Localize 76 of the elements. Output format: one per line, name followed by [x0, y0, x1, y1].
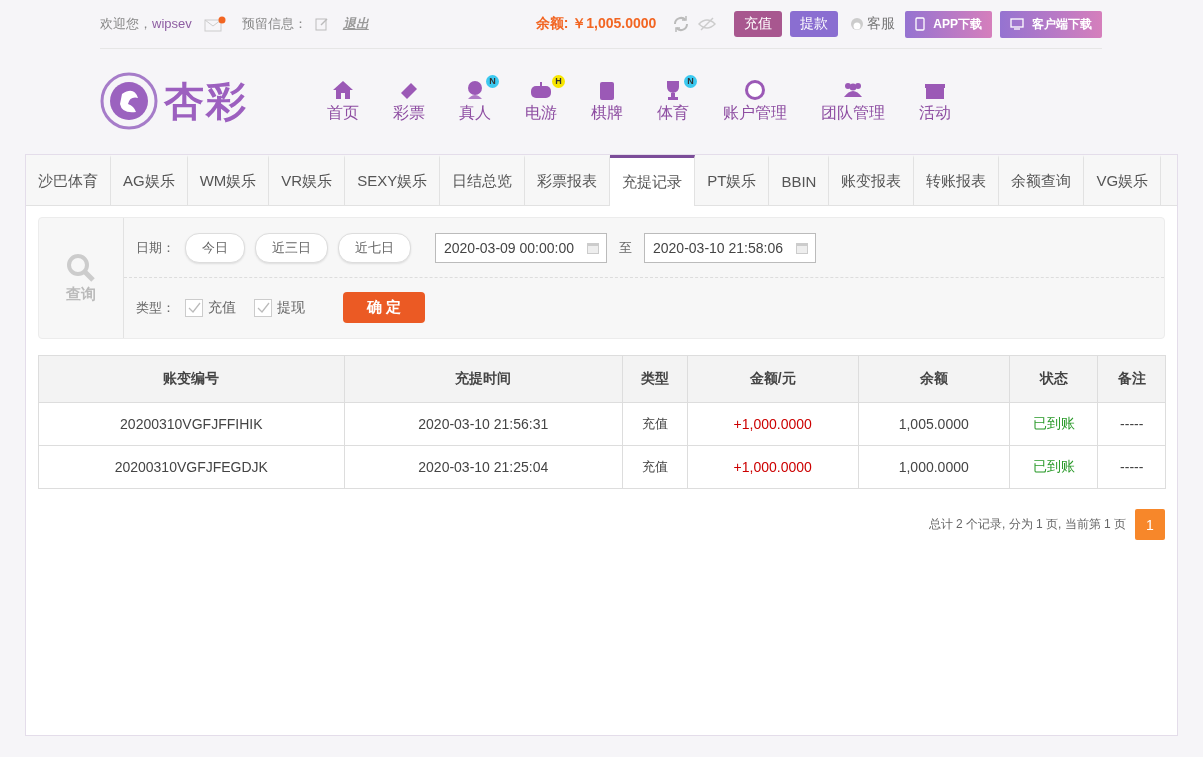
edit-icon[interactable]	[314, 17, 329, 31]
nav-item[interactable]: 彩票	[376, 78, 442, 124]
report-tab[interactable]: PT娱乐	[695, 155, 770, 205]
welcome-text: 欢迎您，wipsev	[100, 15, 192, 33]
customer-service-link[interactable]: 客服	[850, 15, 896, 33]
report-tab[interactable]: WM娱乐	[187, 155, 270, 205]
phone-icon	[915, 17, 926, 31]
calendar-icon	[795, 240, 809, 255]
to-label: 至	[619, 238, 632, 257]
table-cell: 充值	[622, 445, 688, 489]
end-date-field[interactable]: 2020-03-10 21:58:06	[644, 232, 816, 263]
deposit-button[interactable]: 充值	[734, 11, 783, 37]
type-label: 类型：	[136, 298, 175, 317]
nav-item[interactable]: 账户管理	[706, 78, 804, 124]
nav-item[interactable]: 首页	[310, 78, 376, 124]
report-tab[interactable]: 充提记录	[610, 155, 696, 206]
report-tab[interactable]: SEXY娱乐	[345, 155, 441, 205]
report-tab[interactable]: 转账报表	[914, 155, 1000, 205]
report-tab[interactable]: 余额查询	[999, 155, 1085, 205]
query-title: 查询	[66, 284, 96, 304]
table-cell: +1,000.0000	[687, 445, 859, 489]
refresh-icon[interactable]	[672, 15, 691, 33]
report-tab[interactable]: BBIN	[769, 155, 830, 205]
column-header: 状态	[1009, 355, 1098, 403]
logo-text: 杏彩	[164, 77, 248, 125]
table-cell: 20200310VGFJFFIHIK	[38, 402, 345, 446]
column-header: 金额/元	[687, 355, 859, 403]
calendar-icon	[586, 240, 600, 255]
table-cell: 1,005.0000	[858, 402, 1010, 446]
table-cell: 20200310VGFJFEGDJK	[38, 445, 345, 489]
table-cell: 已到账	[1009, 445, 1098, 489]
date-range-button[interactable]: 今日	[185, 232, 245, 263]
home-icon	[331, 78, 355, 101]
start-date-field[interactable]: 2020-03-09 00:00:00	[435, 232, 607, 263]
table-cell: +1,000.0000	[687, 402, 859, 446]
column-header: 余额	[858, 355, 1010, 403]
search-icon	[66, 252, 96, 283]
report-tab[interactable]: 账变报表	[829, 155, 915, 205]
table-cell: 已到账	[1009, 402, 1098, 446]
column-header: 充提时间	[344, 355, 623, 403]
eye-hidden-icon[interactable]	[698, 17, 717, 31]
logo-emblem-icon	[100, 72, 158, 130]
report-tab[interactable]: 日结总览	[440, 155, 526, 205]
report-tab[interactable]: VR娱乐	[269, 155, 346, 205]
checkbox-label: 充值	[208, 298, 236, 317]
balance-text: 余额: ￥1,005.0000	[535, 15, 657, 33]
column-header: 类型	[622, 355, 688, 403]
confirm-button[interactable]: 确 定	[343, 292, 425, 323]
column-header: 备注	[1097, 355, 1166, 403]
nav-badge: N	[486, 74, 499, 88]
report-tab[interactable]: AG娱乐	[111, 155, 188, 205]
date-range-button[interactable]: 近三日	[255, 232, 328, 263]
mail-icon[interactable]	[203, 16, 226, 32]
date-label: 日期：	[136, 238, 175, 257]
column-header: 账变编号	[38, 355, 345, 403]
monitor-icon	[1010, 18, 1024, 30]
checkbox[interactable]	[185, 298, 203, 317]
report-tab[interactable]: 沙巴体育	[26, 155, 111, 205]
date-range-button[interactable]: 近七日	[338, 232, 411, 263]
table-cell: 充值	[622, 402, 688, 446]
nav-item[interactable]: 棋牌	[574, 78, 640, 124]
checkbox-label: 提现	[277, 298, 305, 317]
table-cell: 1,000.0000	[858, 445, 1010, 489]
nav-item[interactable]: 团队管理	[804, 78, 902, 124]
table-cell: 2020-03-10 21:56:31	[344, 402, 623, 446]
table-cell: -----	[1097, 402, 1166, 446]
withdraw-button[interactable]: 提款	[790, 11, 839, 37]
pagination-summary: 总计 2 个记录, 分为 1 页, 当前第 1 页	[928, 516, 1126, 533]
nav-badge: H	[552, 74, 565, 88]
table-cell: 2020-03-10 21:25:04	[344, 445, 623, 489]
checkbox[interactable]	[254, 298, 272, 317]
nav-badge: N	[684, 74, 697, 88]
nav-item[interactable]: 活动	[902, 78, 968, 124]
table-cell: -----	[1097, 445, 1166, 489]
note-label: 预留信息：	[241, 15, 307, 33]
report-tab[interactable]: VG娱乐	[1084, 155, 1162, 205]
